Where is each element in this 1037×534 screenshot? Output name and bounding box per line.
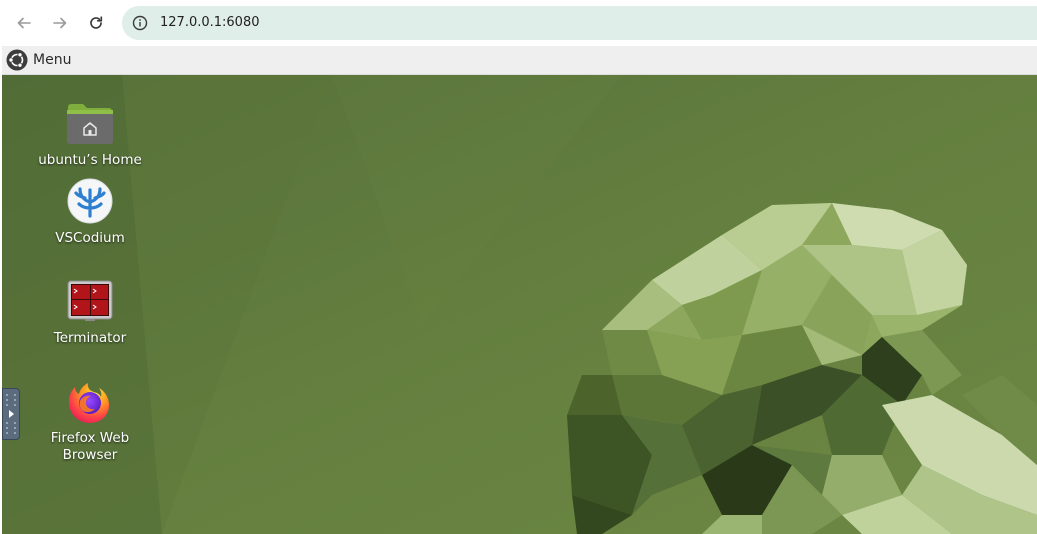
wallpaper (2, 75, 1037, 534)
top-panel: Menu (2, 46, 1037, 75)
firefox-icon (66, 377, 114, 425)
browser-toolbar: 127.0.0.1:6080 (0, 0, 1037, 46)
reload-button[interactable] (82, 9, 110, 37)
reload-icon (90, 16, 103, 29)
desktop-icon-vscodium[interactable]: VSCodium (30, 177, 150, 247)
url-text[interactable]: 127.0.0.1:6080 (160, 15, 260, 30)
forward-button[interactable] (46, 9, 74, 37)
expand-arrow-icon (6, 394, 16, 434)
vscodium-icon (66, 177, 114, 225)
menu-button[interactable]: Menu (2, 46, 75, 74)
desktop-icon-label: Terminator (53, 330, 127, 346)
terminator-icon (66, 277, 114, 325)
arrow-right-icon (53, 17, 67, 29)
ubuntu-logo-icon (6, 49, 28, 71)
desktop-icon-home[interactable]: ubuntu’s Home (30, 99, 150, 169)
home-folder-icon (66, 99, 114, 147)
arrow-left-icon (17, 17, 31, 29)
desktop-icon-terminator[interactable]: Terminator (30, 277, 150, 347)
desktop-icon-firefox[interactable]: Firefox Web Browser (30, 377, 150, 464)
vnc-control-bar-handle[interactable] (2, 388, 20, 440)
info-circle-icon[interactable] (132, 15, 148, 31)
desktop-icon-label: ubuntu’s Home (38, 152, 142, 168)
remote-desktop[interactable]: Menu ubuntu’s Home VSCodium Terminator F… (2, 46, 1037, 534)
desktop-icon-label: VSCodium (55, 230, 125, 246)
desktop-icon-label: Firefox Web Browser (50, 430, 130, 463)
menu-label: Menu (33, 52, 72, 68)
back-button[interactable] (10, 9, 38, 37)
address-bar[interactable]: 127.0.0.1:6080 (122, 6, 1037, 40)
